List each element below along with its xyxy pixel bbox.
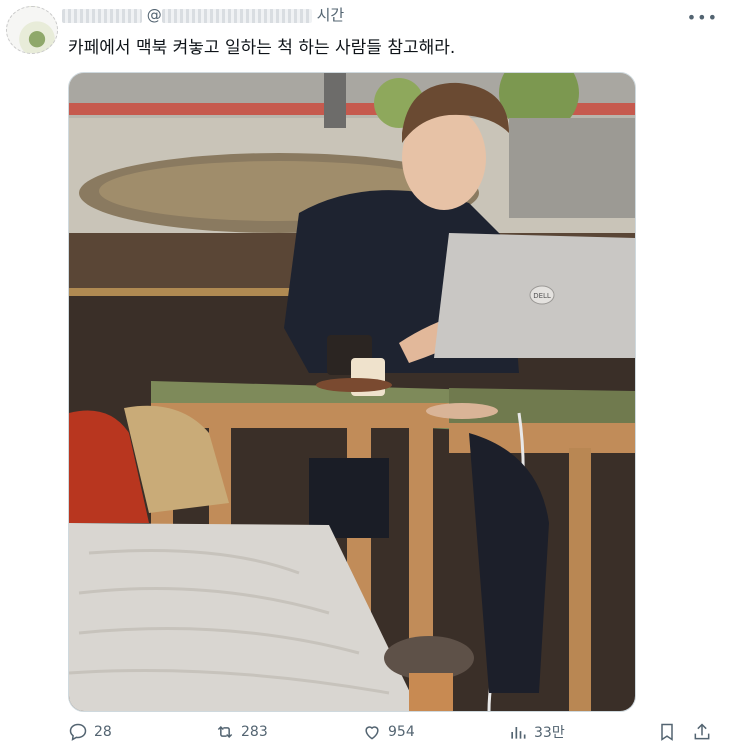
reply-button[interactable]: 28 [68,722,112,742]
tweet-text: 카페에서 맥북 켜놓고 일하는 척 하는 사람들 참고해라. [68,38,456,58]
heart-icon [365,726,379,740]
views-count: 33만 [534,725,565,741]
views-icon [511,727,526,739]
retweet-count: 283 [241,724,268,740]
reply-count: 28 [94,724,112,740]
author-name-redacted[interactable] [62,8,142,23]
bookmark-button[interactable] [657,722,677,742]
like-button[interactable]: 954 [362,722,415,742]
author-handle-prefix: @ [146,6,162,24]
tweet-header: @ 시간 [62,4,704,26]
like-count: 954 [388,724,415,740]
tweet-image[interactable]: DELL [68,72,636,712]
tweet-time[interactable]: 시간 [317,6,345,24]
author-handle-redacted[interactable] [161,8,312,23]
reply-icon [69,723,87,741]
share-icon [694,723,710,740]
retweet-icon [217,725,233,739]
avatar[interactable] [6,6,58,54]
bookmark-icon [661,723,673,741]
views-button[interactable]: 33만 [508,722,565,742]
tweet-actions: 28 283 954 33만 [0,722,744,746]
laptop-logo: DELL [533,292,551,300]
retweet-button[interactable]: 283 [215,722,268,742]
share-button[interactable] [692,722,712,742]
more-icon[interactable]: ••• [687,8,718,27]
